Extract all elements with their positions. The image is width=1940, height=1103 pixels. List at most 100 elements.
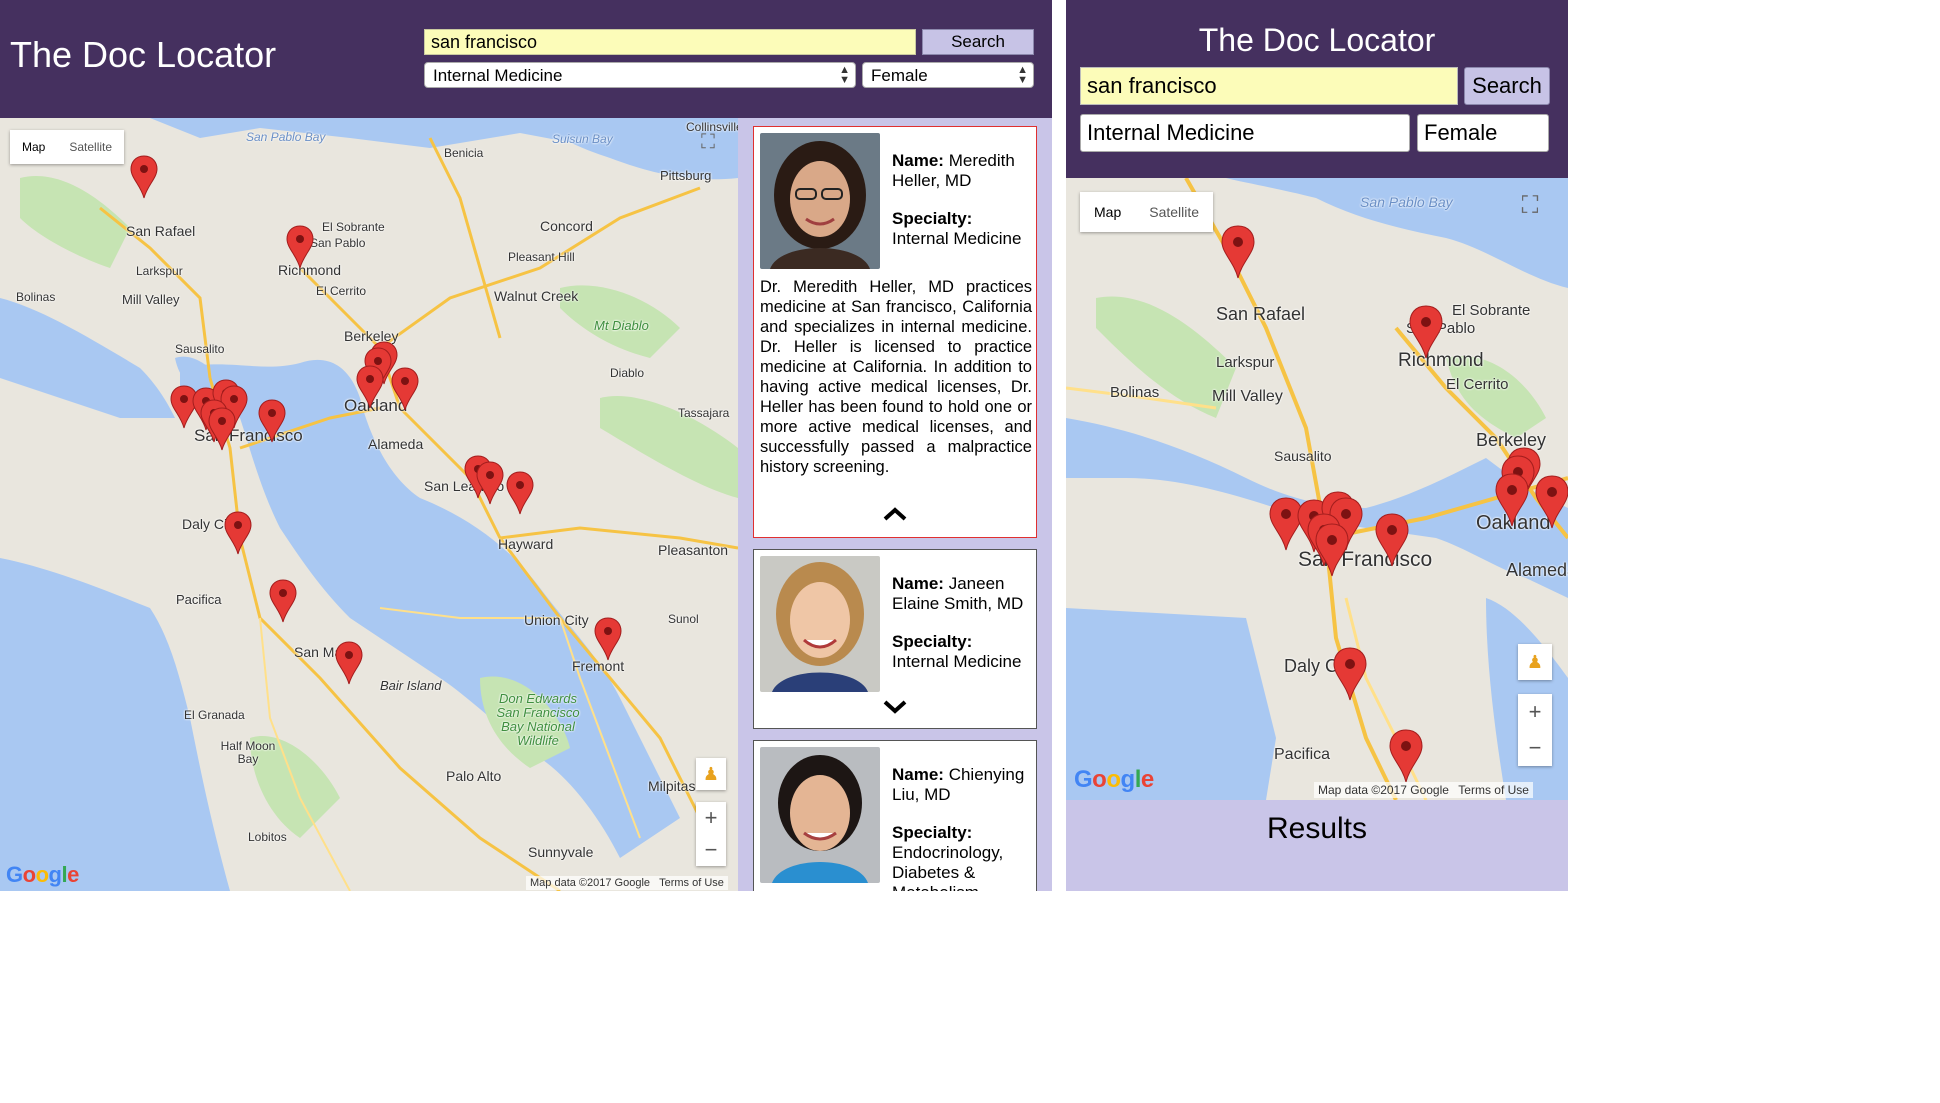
place-label: Pleasanton	[658, 542, 729, 558]
place-label: San Leandro	[424, 478, 505, 494]
map-type-map-button[interactable]: Map	[10, 130, 57, 164]
pegman-icon[interactable]: ♟	[696, 758, 726, 790]
zoom-out-button[interactable]: −	[1518, 730, 1552, 766]
map-attribution: Map data ©2017 Google Terms of Use	[526, 876, 728, 890]
place-label: Union City	[524, 612, 589, 628]
app-title: The Doc Locator	[10, 34, 277, 75]
place-label: Palo Alto	[446, 768, 502, 784]
specialty-select-value: Internal Medicine	[1087, 120, 1255, 145]
terms-link[interactable]: Terms of Use	[1458, 783, 1529, 797]
doctor-card[interactable]: Name: Chienying Liu, MD Specialty: Endoc…	[753, 740, 1037, 891]
place-label: Sausalito	[1274, 448, 1332, 464]
doctor-bio: Dr. Meredith Heller, MD practices medici…	[760, 278, 1032, 476]
place-label: Daly City	[182, 516, 239, 532]
doctor-info: Name: Chienying Liu, MD Specialty: Endoc…	[892, 765, 1034, 891]
place-label: Tassajara	[678, 406, 730, 420]
place-label: Hayward	[498, 536, 554, 552]
doctor-card[interactable]: Name: Meredith Heller, MD Specialty: Int…	[753, 126, 1037, 538]
map-type-toggle: Map Satellite	[1080, 192, 1214, 232]
place-label: Sunnyvale	[528, 844, 594, 860]
place-label: El Granada	[184, 708, 245, 722]
place-label: Walnut Creek	[494, 288, 579, 304]
place-label: Richmond	[1398, 350, 1484, 371]
zoom-in-button[interactable]: +	[696, 802, 726, 834]
search-button[interactable]: Search	[922, 29, 1034, 55]
header: The Doc Locator Search Internal Medicine…	[0, 0, 1052, 118]
place-label: Alameda	[1506, 560, 1568, 580]
zoom-in-button[interactable]: +	[1518, 694, 1552, 730]
app-title: The Doc Locator	[1198, 22, 1436, 58]
place-label: Sunol	[668, 612, 699, 626]
place-label: Lobitos	[248, 830, 287, 844]
search-input[interactable]	[424, 29, 916, 55]
place-label: Berkeley	[1476, 430, 1547, 450]
doctor-card[interactable]: Name: Janeen Elaine Smith, MD Specialty:…	[753, 549, 1037, 729]
place-label: Mill Valley	[122, 292, 180, 307]
specialty-select[interactable]: Internal Medicine	[1080, 114, 1410, 152]
doctor-specialty: Internal Medicine	[892, 229, 1022, 248]
specialty-label: Specialty:	[892, 632, 973, 651]
results-heading[interactable]: Results	[1066, 800, 1568, 891]
place-label: Suisun Bay	[552, 132, 613, 146]
expand-chevron-icon[interactable]	[754, 698, 1036, 721]
fullscreen-icon[interactable]: ⛶	[1516, 192, 1544, 220]
collapse-chevron-icon[interactable]	[754, 505, 1036, 528]
gender-select[interactable]: Female ▲ ▼	[862, 62, 1034, 88]
place-label: El Cerrito	[1446, 376, 1509, 393]
name-label: Name:	[892, 765, 944, 784]
place-label: San Pablo Bay	[1360, 194, 1453, 210]
fullscreen-icon[interactable]: ⛶	[694, 128, 722, 156]
zoom-out-button[interactable]: −	[696, 834, 726, 866]
search-button[interactable]: Search	[1464, 67, 1550, 105]
map-data-text: Map data ©2017 Google	[530, 877, 651, 889]
place-label: San Francisco	[194, 426, 303, 445]
place-label: Berkeley	[344, 328, 399, 344]
place-label: El Cerrito	[316, 284, 367, 298]
place-label: Mill Valley	[1212, 388, 1283, 405]
place-label: Mt Diablo	[594, 318, 649, 333]
zoom-control: + −	[1518, 694, 1552, 766]
specialty-label: Specialty:	[892, 823, 973, 842]
place-label: Larkspur	[136, 264, 183, 278]
terms-link[interactable]: Terms of Use	[659, 877, 724, 889]
place-label: Pittsburg	[660, 168, 712, 183]
doctor-specialty: Endocrinology, Diabetes & Metabolism	[892, 843, 1004, 891]
doctor-photo	[760, 556, 880, 692]
map-canvas[interactable]	[1066, 178, 1568, 800]
doctor-specialty: Internal Medicine	[892, 652, 1022, 671]
search-input[interactable]	[1080, 67, 1458, 105]
map-type-toggle: Map Satellite	[10, 130, 125, 164]
place-label: Pacifica	[176, 592, 222, 607]
place-label: Alameda	[368, 436, 424, 452]
place-label: Diablo	[610, 366, 645, 380]
specialty-select[interactable]: Internal Medicine ▲ ▼	[424, 62, 856, 88]
place-label: Sausalito	[175, 342, 225, 356]
place-label: San Rafael	[126, 223, 196, 239]
place-label: San Mateo	[294, 644, 362, 660]
place-label: Oakland	[344, 396, 408, 415]
map[interactable]: San Pablo Bay Suisun Bay Collinsville Be…	[0, 118, 738, 891]
select-arrows-icon: ▲ ▼	[1017, 64, 1028, 86]
map-type-map-button[interactable]: Map	[1080, 192, 1135, 232]
google-logo: Google	[6, 862, 79, 887]
doctor-photo	[760, 747, 880, 883]
specialty-label: Specialty:	[892, 209, 973, 228]
place-label: Fremont	[572, 658, 625, 674]
place-label: Milpitas	[648, 778, 696, 794]
map[interactable]: San Pablo Bay San Rafael El Sobrante San…	[1066, 178, 1568, 800]
place-label: Benicia	[444, 146, 484, 160]
place-label: Concord	[540, 218, 593, 234]
place-label: Daly City	[1284, 656, 1357, 676]
map-type-satellite-button[interactable]: Satellite	[1135, 192, 1213, 232]
place-label: Larkspur	[1216, 354, 1275, 371]
name-label: Name:	[892, 574, 944, 593]
select-arrows-icon: ▲ ▼	[839, 64, 850, 86]
place-label: El Sobrante	[322, 220, 385, 234]
google-logo: Google	[1074, 766, 1154, 793]
results-panel[interactable]: Name: Meredith Heller, MD Specialty: Int…	[738, 118, 1052, 891]
place-label: Bair Island	[380, 678, 442, 693]
gender-select[interactable]: Female	[1417, 114, 1549, 152]
pegman-icon[interactable]: ♟	[1518, 644, 1552, 680]
doctor-photo	[760, 133, 880, 269]
map-type-satellite-button[interactable]: Satellite	[57, 130, 124, 164]
